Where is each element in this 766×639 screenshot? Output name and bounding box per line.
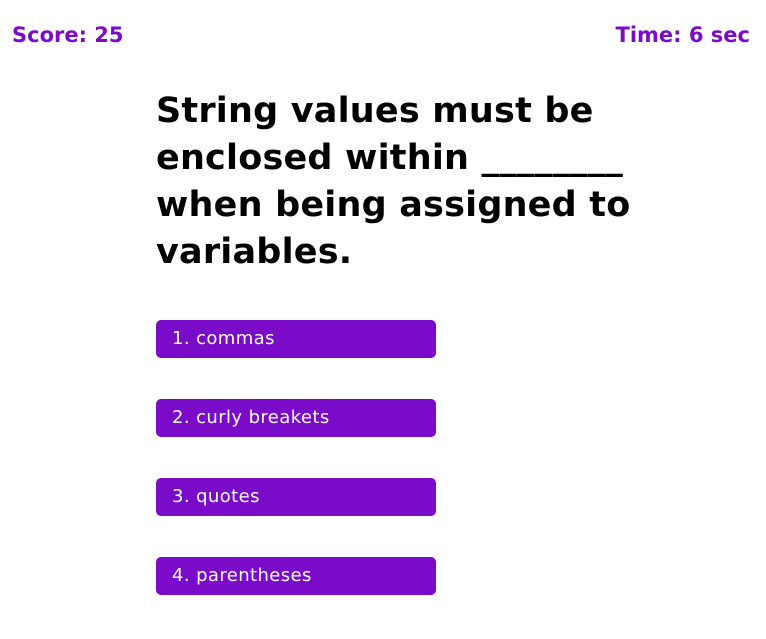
score-display: Score: 25 [12, 23, 124, 47]
choice-button-4[interactable]: 4. parentheses [156, 557, 436, 595]
quiz-container: String values must be enclosed within __… [156, 88, 656, 636]
choice-button-1[interactable]: 1. commas [156, 320, 436, 358]
timer-display: Time: 6 sec [615, 23, 750, 47]
question-text: String values must be enclosed within __… [156, 91, 631, 272]
choice-button-3[interactable]: 3. quotes [156, 478, 436, 516]
answer-choices: 1. commas 2. curly breakets 3. quotes 4.… [156, 320, 656, 595]
quiz-header: Score: 25 Time: 6 sec [0, 0, 766, 70]
choice-button-2[interactable]: 2. curly breakets [156, 399, 436, 437]
